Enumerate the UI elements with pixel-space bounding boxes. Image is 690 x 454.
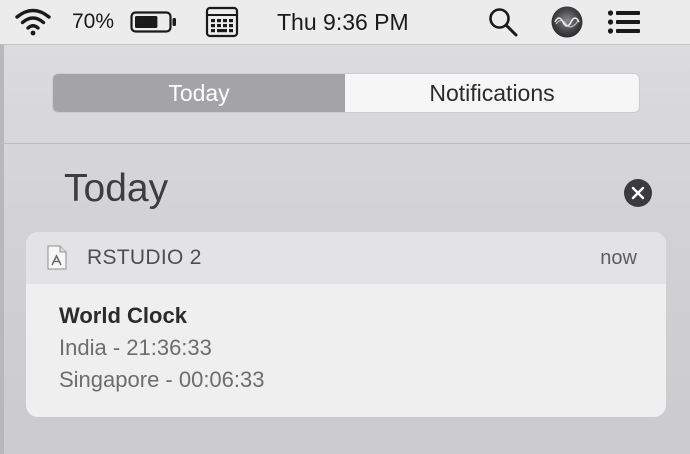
search-icon[interactable] (487, 0, 519, 44)
clock-line-india: India - 21:36:33 (59, 335, 212, 360)
clear-button[interactable] (624, 179, 652, 207)
keyboard-viewer-icon[interactable] (205, 0, 239, 44)
world-clock-widget[interactable]: RSTUDIO 2 now World Clock India - 21:36:… (26, 232, 666, 417)
close-icon (631, 186, 645, 200)
tab-today[interactable]: Today (53, 74, 345, 112)
menu-bar: 70% Thu 9:36 PM (0, 0, 690, 45)
widget-header: RSTUDIO 2 now (26, 232, 666, 284)
panel-edge (0, 45, 4, 454)
divider (0, 143, 690, 144)
notification-center-icon[interactable] (607, 0, 641, 44)
view-segmented-control: Today Notifications (53, 74, 639, 112)
section-title: Today (64, 167, 169, 210)
widget-body: World Clock India - 21:36:33 Singapore -… (59, 300, 265, 396)
tab-notifications[interactable]: Notifications (345, 74, 639, 112)
rstudio-app-icon (47, 245, 67, 270)
menubar-clock[interactable]: Thu 9:36 PM (277, 0, 409, 44)
clock-line-singapore: Singapore - 00:06:33 (59, 367, 265, 392)
widget-title: World Clock (59, 303, 187, 328)
battery-icon[interactable] (130, 0, 178, 44)
widget-app-name: RSTUDIO 2 (87, 246, 202, 269)
battery-percentage[interactable]: 70% (72, 0, 114, 44)
widget-timestamp: now (600, 247, 637, 269)
wifi-icon[interactable] (14, 0, 52, 44)
siri-icon[interactable] (550, 0, 584, 44)
